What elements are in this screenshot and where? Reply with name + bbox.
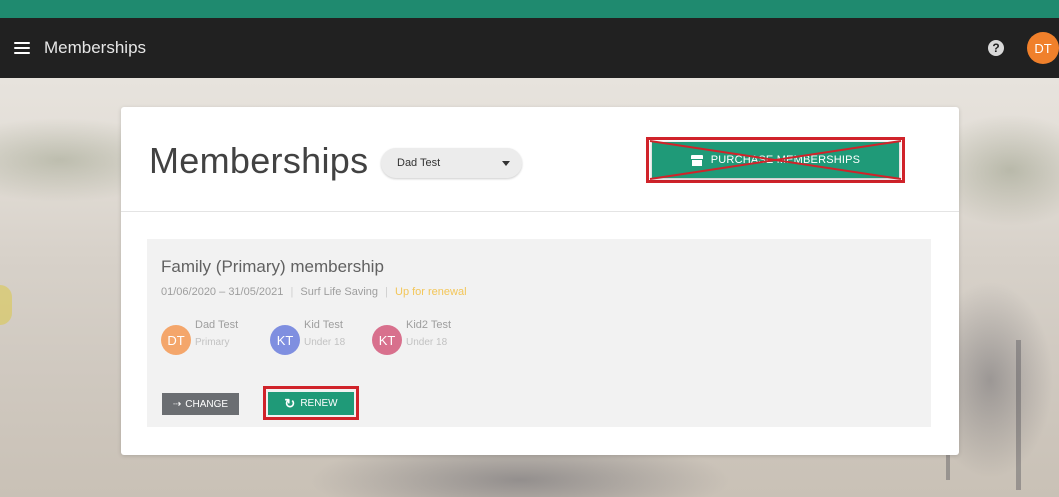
avatar: KT	[372, 325, 402, 355]
renew-button[interactable]: ↻ RENEW	[268, 392, 354, 415]
change-button[interactable]: ⇢ CHANGE	[162, 393, 239, 415]
membership-start-date: 01/06/2020	[161, 286, 217, 298]
memberships-card: Memberships Dad Test PURCHASE MEMBERSHIP…	[121, 107, 959, 455]
member-role: Under 18	[304, 337, 346, 348]
date-separator: –	[219, 286, 226, 298]
member-name: Dad Test	[195, 319, 239, 331]
meta-divider: |	[290, 286, 294, 298]
membership-status: Up for renewal	[395, 286, 467, 298]
membership-meta: 01/06/2020 – 31/05/2021 | Surf Life Savi…	[161, 286, 467, 298]
chevron-down-icon	[502, 161, 510, 166]
change-button-label: CHANGE	[185, 398, 229, 410]
refresh-icon: ↻	[284, 395, 296, 411]
app-bar: Memberships ? DT	[0, 18, 1059, 78]
membership-panel: Family (Primary) membership 01/06/2020 –…	[147, 239, 931, 427]
shop-icon	[690, 154, 703, 166]
help-icon[interactable]: ?	[988, 40, 1004, 56]
avatar: KT	[270, 325, 300, 355]
member-name: Kid2 Test	[406, 319, 452, 331]
purchase-memberships-label: PURCHASE MEMBERSHIPS	[710, 154, 861, 166]
member-role: Under 18	[406, 337, 448, 348]
hamburger-menu-icon[interactable]	[14, 42, 30, 54]
card-header: Memberships Dad Test PURCHASE MEMBERSHIP…	[121, 107, 959, 212]
avatar: DT	[161, 325, 191, 355]
renew-button-label: RENEW	[300, 398, 338, 409]
user-avatar[interactable]: DT	[1027, 32, 1059, 64]
app-bar-title: Memberships	[44, 38, 147, 57]
member-role: Primary	[195, 337, 230, 348]
page-title: Memberships	[149, 140, 369, 181]
member-name: Kid Test	[304, 319, 343, 331]
membership-organisation: Surf Life Saving	[300, 286, 379, 298]
purchase-memberships-button[interactable]: PURCHASE MEMBERSHIPS	[652, 142, 899, 178]
top-accent-stripe	[0, 0, 1059, 18]
person-select-value: Dad Test	[397, 157, 441, 169]
meta-divider: |	[385, 286, 388, 298]
membership-name: Family (Primary) membership	[161, 257, 384, 276]
person-select[interactable]: Dad Test	[381, 148, 522, 178]
change-icon: ⇢	[172, 398, 182, 410]
membership-end-date: 31/05/2021	[228, 286, 284, 298]
